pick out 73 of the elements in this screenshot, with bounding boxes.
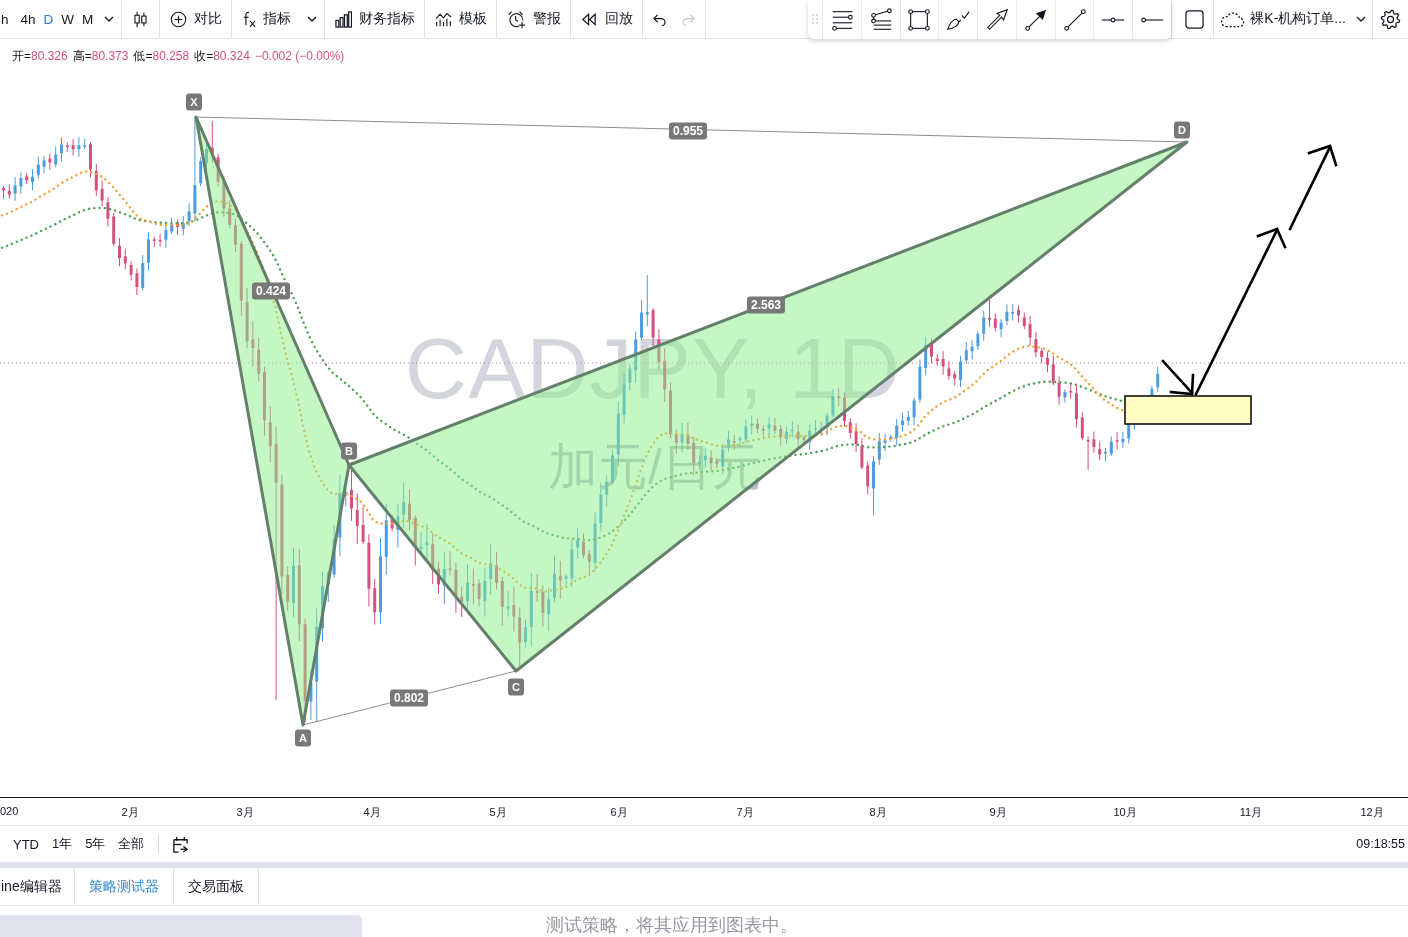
bar-chart-icon [335, 10, 353, 28]
range-button[interactable]: 1年 [47, 831, 78, 857]
line-chart-icon [435, 10, 453, 28]
calendar-icon [172, 835, 190, 853]
pattern-ratio-label: 0.955 [669, 122, 707, 140]
function-icon [242, 10, 257, 28]
legend-label: 收= [194, 48, 214, 65]
pattern-point-label: X [186, 93, 202, 111]
time-axis-label: 3月 [236, 805, 254, 820]
plus-circle-icon [170, 10, 188, 28]
alerts-button[interactable]: 警报 [497, 0, 571, 38]
rectangle-icon [906, 6, 933, 33]
drag-handle-icon[interactable] [812, 14, 818, 24]
caret-down-icon [307, 16, 318, 22]
candlestick-icon [132, 10, 150, 28]
horizontal-line-icon [1100, 16, 1127, 23]
cloud-icon [1220, 10, 1246, 28]
legend-value: 80.373 [91, 49, 129, 63]
legend-change: −0.002 (−0.00%) [254, 49, 345, 63]
replay-button[interactable]: 回放 [571, 0, 643, 38]
time-axis-label: 5月 [489, 805, 507, 820]
rewind-icon [581, 10, 599, 28]
time-axis-label: 6月 [610, 805, 628, 820]
range-button[interactable]: 全部 [113, 831, 150, 857]
legend-value: 80.258 [152, 49, 190, 63]
clock-time: 09:18:55 [1356, 837, 1405, 851]
time-axis-label: 2月 [121, 805, 139, 820]
time-axis-label: 4月 [363, 805, 381, 820]
panel-tab[interactable]: ine编辑器 [0, 868, 75, 905]
compare-button[interactable]: 对比 [160, 0, 232, 38]
rounded-square-icon [1185, 9, 1205, 29]
pattern-point-label: D [1174, 121, 1190, 139]
pattern-point-label: A [295, 729, 311, 747]
interval-button[interactable]: W [57, 0, 79, 38]
undo-icon [651, 12, 667, 26]
time-axis-label: 8月 [869, 805, 887, 820]
interval-button[interactable]: 4h [16, 0, 40, 38]
legend-label: 低= [133, 48, 153, 65]
legend-label: 开= [12, 48, 31, 65]
empty-state-message: 测试策略，将其应用到图表中。 [546, 916, 798, 936]
financials-button[interactable]: 财务指标 [325, 0, 425, 38]
panel-tab[interactable]: 策略测试器 [74, 868, 174, 905]
legend-value: 80.326 [31, 49, 68, 63]
interval-button[interactable]: h [0, 0, 17, 38]
pattern-ratio-label: 0.802 [390, 689, 428, 707]
time-axis-label: 10月 [1113, 805, 1137, 820]
range-button[interactable]: YTD [8, 832, 44, 856]
time-axis-label: 11月 [1239, 805, 1263, 820]
legend-value: 80.324 [213, 49, 250, 63]
caret-down-icon [1356, 16, 1366, 22]
panel-tab[interactable]: 交易面板 [173, 868, 259, 905]
time-axis-label: 7月 [736, 805, 754, 820]
pattern-point-label: C [508, 678, 524, 696]
time-axis-label: 9月 [989, 805, 1007, 820]
layout-menu-button[interactable]: 裸K-机构订单... [1214, 0, 1350, 38]
pattern-ratio-label: 0.424 [252, 282, 290, 300]
hollow-arrow-icon [984, 6, 1010, 33]
diagonal-line-icon [1061, 6, 1088, 33]
time-axis-label: 020 [0, 805, 19, 817]
horizontal-ray-icon [1139, 16, 1166, 23]
redo-icon [682, 12, 698, 26]
caret-down-icon [104, 16, 115, 22]
pattern-point-label: B [341, 442, 357, 460]
templates-button[interactable]: 模板 [425, 0, 497, 38]
alarm-clock-icon [507, 9, 527, 29]
interval-button[interactable]: D [39, 0, 58, 38]
pattern-ratio-label: 2.563 [747, 296, 785, 314]
range-button[interactable]: 5年 [80, 831, 111, 857]
time-axis-label: 12月 [1360, 805, 1384, 820]
legend-label: 高= [72, 48, 92, 65]
interval-button[interactable]: M [78, 0, 98, 38]
indicators-button[interactable]: 指标 [232, 0, 301, 38]
settings-icon [1380, 8, 1401, 30]
